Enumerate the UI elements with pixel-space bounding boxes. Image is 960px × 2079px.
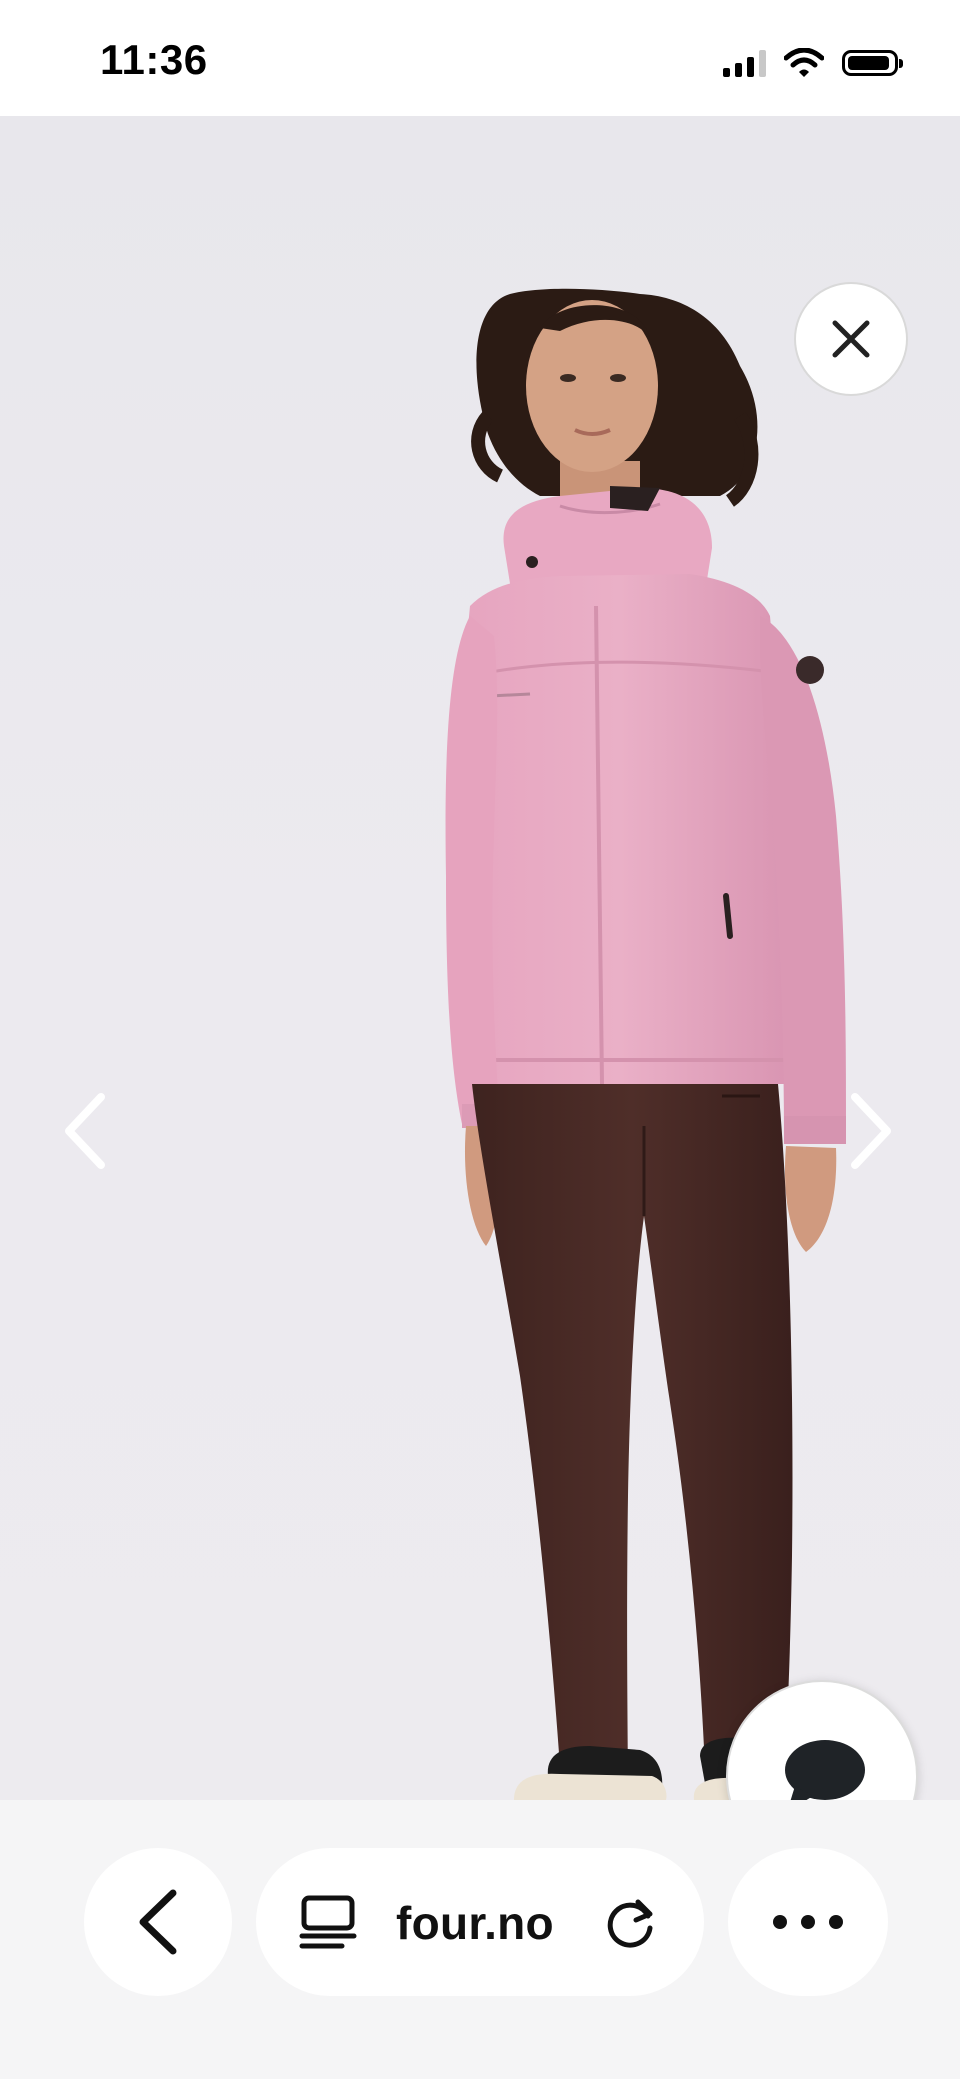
previous-image-button[interactable] <box>54 1086 114 1176</box>
wifi-icon <box>784 48 824 77</box>
close-button[interactable] <box>794 282 908 396</box>
more-dots-icon <box>773 1915 787 1929</box>
battery-icon <box>842 50 903 76</box>
signal-icon <box>723 49 766 77</box>
status-icons <box>723 46 903 80</box>
next-image-button[interactable] <box>842 1086 902 1176</box>
browser-back-button[interactable] <box>84 1848 232 1996</box>
url-text: four.no <box>396 1897 554 1949</box>
product-image[interactable] <box>0 116 960 1800</box>
chevron-left-icon <box>139 1889 177 1955</box>
chevron-right-icon <box>851 1093 891 1169</box>
reader-mode-icon[interactable] <box>298 1892 358 1952</box>
phone-screen: 11:36 four.no <box>0 0 960 2079</box>
close-icon <box>832 320 870 358</box>
chevron-left-icon <box>65 1093 105 1169</box>
browser-toolbar: four.no <box>0 1800 960 2079</box>
status-bar: 11:36 <box>0 0 960 116</box>
address-bar[interactable]: four.no <box>256 1848 704 1996</box>
more-options-button[interactable] <box>728 1848 888 1996</box>
reload-icon[interactable] <box>602 1894 660 1952</box>
status-time: 11:36 <box>100 36 208 83</box>
chat-bubble-icon <box>785 1740 865 1800</box>
